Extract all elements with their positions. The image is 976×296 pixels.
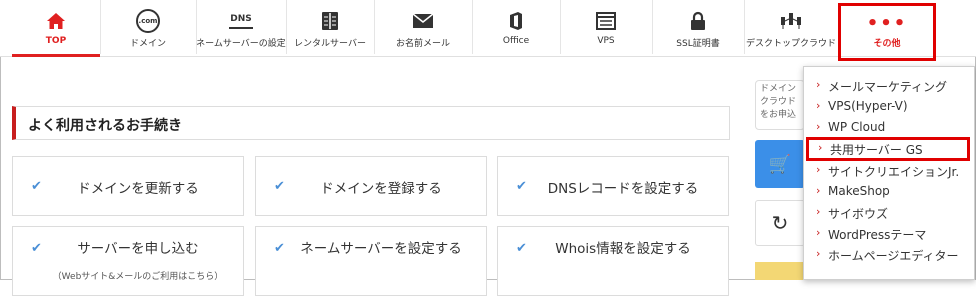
action-card-dns-record[interactable]: ✔ DNSレコードを設定する <box>497 156 729 216</box>
nav-label: SSL証明書 <box>676 39 720 49</box>
dotcom-glyph: .com <box>136 9 160 33</box>
action-card-register-domain[interactable]: ✔ ドメインを登録する <box>255 156 487 216</box>
nav-item-ssl[interactable]: SSL証明書 <box>652 0 745 54</box>
nav-label: ドメイン <box>129 39 166 49</box>
dns-icon: DNS <box>196 10 286 32</box>
action-card-label: DNSレコードを設定する <box>547 181 699 197</box>
nav-item-desktop-cloud[interactable]: デスクトップクラウド <box>744 0 838 54</box>
nav-label: デスクトップクラウド <box>745 39 836 49</box>
nav-item-top[interactable]: TOP <box>12 0 101 57</box>
promo-banner[interactable] <box>755 262 805 280</box>
chevron-right-icon: › <box>816 163 821 176</box>
nav-label: レンタルサーバー <box>294 39 366 49</box>
action-card-label: Whois情報を設定する <box>555 241 691 257</box>
nav-item-domain[interactable]: .com ドメイン <box>100 0 197 54</box>
promo-line: ドメイン <box>760 84 797 94</box>
action-card-label: ネームサーバーを設定する <box>300 241 462 257</box>
chevron-right-icon: › <box>818 141 823 154</box>
dropdown-item-vps-hyperv[interactable]: › VPS(Hyper-V) <box>804 97 974 118</box>
dropdown-item-site-creation-jr[interactable]: › サイトクリエイションJr. <box>804 161 974 182</box>
chevron-right-icon: › <box>816 99 821 112</box>
chevron-right-icon: › <box>816 120 821 133</box>
refresh-button[interactable]: ↻ <box>755 200 805 246</box>
dropdown-item-makeshop[interactable]: › MakeShop <box>804 182 974 203</box>
action-card-label: ドメインを更新する <box>77 181 199 197</box>
section-title: よく利用されるお手続き <box>28 118 182 134</box>
nav-item-office[interactable]: Office <box>472 0 561 54</box>
vps-icon <box>560 10 652 32</box>
dropdown-item-mail-marketing[interactable]: › メールマーケティング <box>804 76 974 97</box>
promo-line: クラウド <box>760 97 797 107</box>
dropdown-item-cybozu[interactable]: › サイボウズ <box>804 203 974 224</box>
nav-item-rental-server[interactable]: レンタルサーバー <box>286 0 375 54</box>
dropdown-item-wordpress-theme[interactable]: › WordPressテーマ <box>804 224 974 245</box>
nav-label: お名前メール <box>395 39 450 49</box>
nav-label: その他 <box>873 39 901 49</box>
nav-item-mail[interactable]: お名前メール <box>374 0 473 54</box>
cart-button[interactable]: 🛒 <box>755 140 805 188</box>
nav-item-other[interactable]: ••• その他 <box>838 3 936 61</box>
action-card-whois[interactable]: ✔ Whois情報を設定する <box>497 226 729 296</box>
lock-icon <box>652 10 744 32</box>
cart-icon: 🛒 <box>768 153 792 175</box>
nav-item-vps[interactable]: VPS <box>560 0 653 54</box>
promo-info-box[interactable]: ドメイン クラウド をお申込 <box>755 80 805 130</box>
chevron-right-icon: › <box>816 205 821 218</box>
action-card-apply-server[interactable]: ✔ サーバーを申し込む （Webサイト&メールのご利用はこちら） <box>12 226 244 296</box>
nav-label: TOP <box>45 36 67 46</box>
global-nav: TOP .com ドメイン DNS ネームサーバーの設定 レンタルサーバー お名… <box>0 0 976 61</box>
nav-label: VPS <box>597 36 615 46</box>
office-icon <box>472 10 560 32</box>
server-icon <box>286 10 374 32</box>
cloud-icon <box>744 10 838 32</box>
dns-glyph: DNS <box>229 14 253 29</box>
nav-label: Office <box>502 36 530 46</box>
action-card-label: サーバーを申し込む <box>77 241 199 257</box>
chevron-right-icon: › <box>816 184 821 197</box>
action-card-sublabel: （Webサイト&メールのご利用はこちら） <box>52 272 224 282</box>
more-dots-icon: ••• <box>866 12 908 34</box>
chevron-right-icon: › <box>816 78 821 91</box>
action-card-nameserver[interactable]: ✔ ネームサーバーを設定する <box>255 226 487 296</box>
chevron-right-icon: › <box>816 226 821 239</box>
action-card-renew-domain[interactable]: ✔ ドメインを更新する <box>12 156 244 216</box>
dropdown-item-shared-server-gs[interactable]: › 共用サーバー GS <box>806 137 970 161</box>
chevron-right-icon: › <box>816 247 821 260</box>
other-dropdown-menu: › メールマーケティング › VPS(Hyper-V) › WP Cloud › 共用サ… <box>803 66 975 280</box>
action-card-label: ドメインを登録する <box>320 181 442 197</box>
nav-item-nameserver[interactable]: DNS ネームサーバーの設定 <box>196 0 287 54</box>
home-icon <box>12 10 100 32</box>
mail-icon <box>374 10 472 32</box>
promo-line: をお申込 <box>760 110 797 120</box>
refresh-icon: ↻ <box>771 211 789 235</box>
dropdown-item-homepage-editor[interactable]: › ホームページエディター <box>804 245 974 266</box>
dotcom-icon: .com <box>100 9 196 33</box>
dropdown-item-wp-cloud[interactable]: › WP Cloud <box>804 118 974 139</box>
nav-label: ネームサーバーの設定 <box>196 39 286 49</box>
section-header: よく利用されるお手続き <box>12 106 730 140</box>
